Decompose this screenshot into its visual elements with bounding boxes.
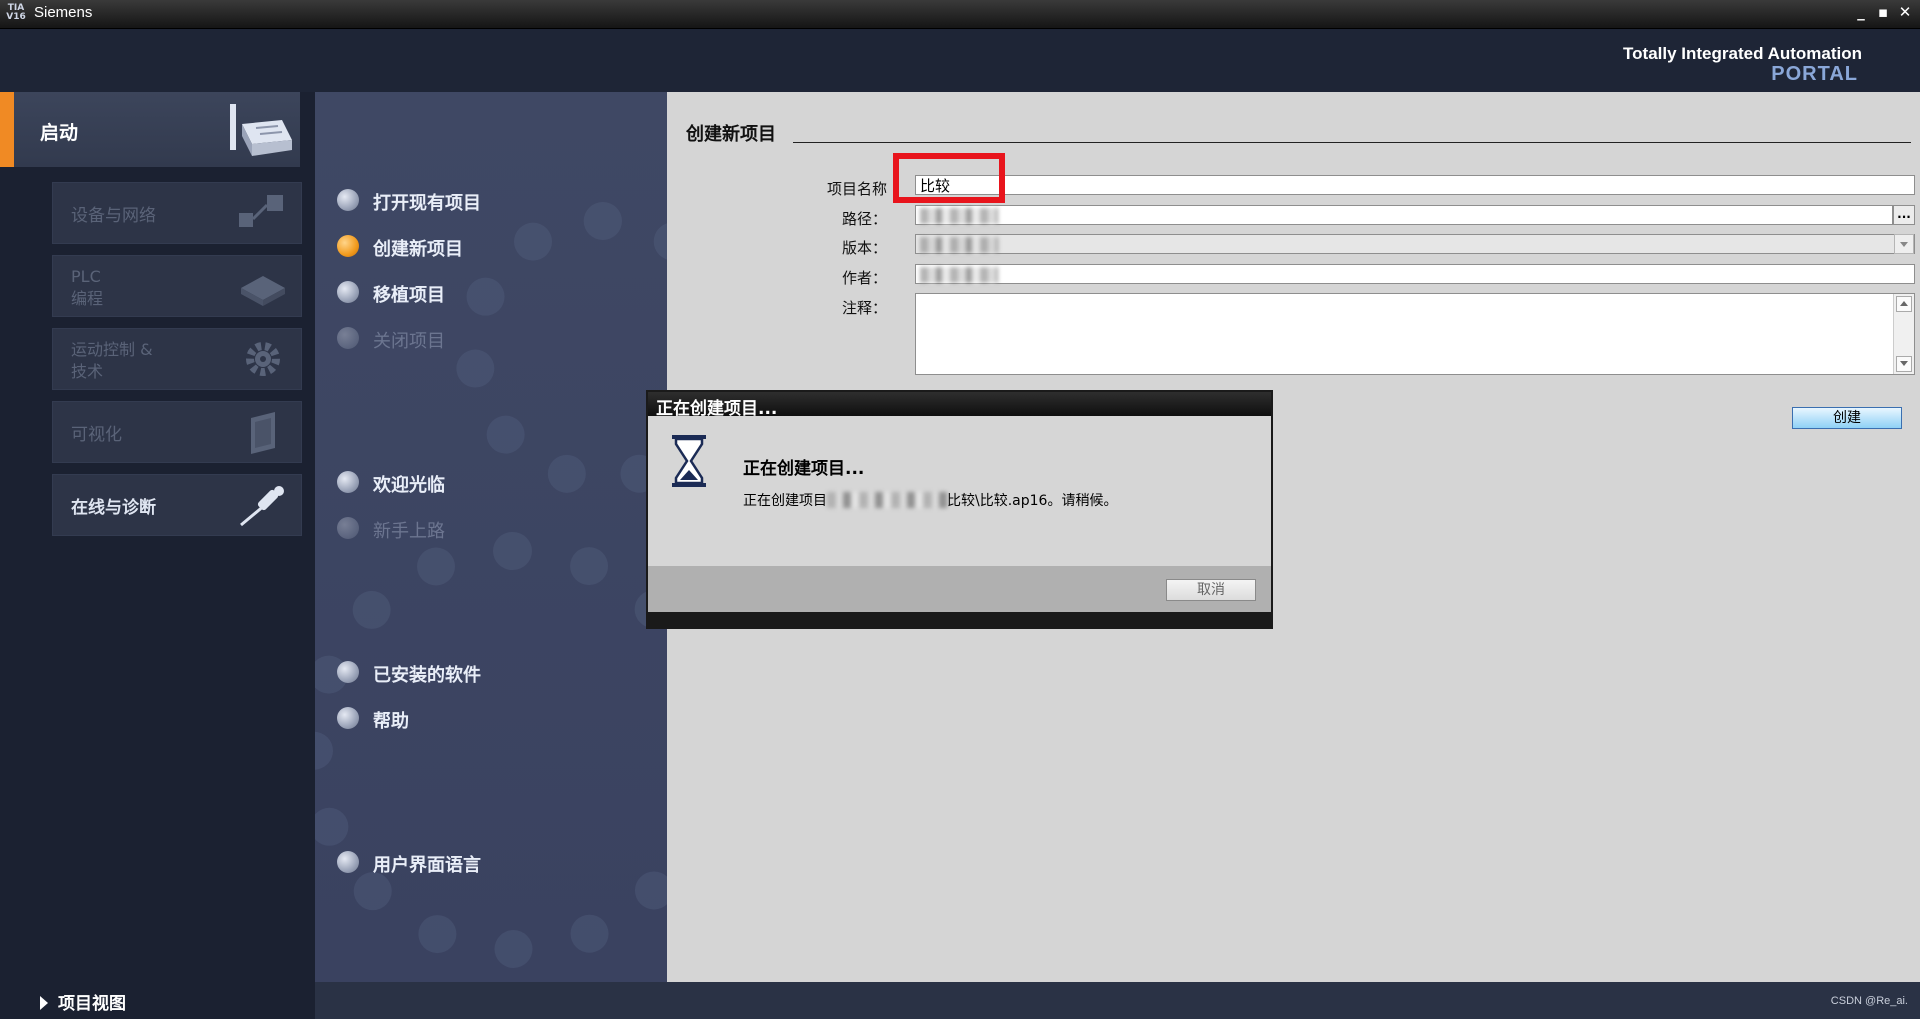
tile-label: 设备与网络 <box>71 206 156 226</box>
bullet-icon <box>337 281 359 303</box>
tile-label-line2: 技术 <box>71 362 104 381</box>
tia-logo-icon: TIA V16 <box>6 3 26 22</box>
action-panel: 打开现有项目 创建新项目 移植项目 关闭项目 欢迎光临 新手上路 已安装的软件 … <box>315 92 667 982</box>
version-dropdown[interactable] <box>915 234 1915 254</box>
author-label: 作者： <box>841 269 887 287</box>
scroll-down-icon[interactable] <box>1896 356 1912 372</box>
bullet-icon <box>337 189 359 211</box>
path-label: 路径： <box>841 210 887 228</box>
tile-label: 在线与诊断 <box>71 498 156 518</box>
watermark-text: CSDN @Re_ai. <box>1830 995 1908 1007</box>
action-label: 新手上路 <box>373 521 445 542</box>
section-divider <box>793 142 1911 143</box>
action-label: 移植项目 <box>373 285 445 306</box>
status-bar: CSDN @Re_ai. <box>315 982 1920 1019</box>
bullet-selected-icon <box>337 235 359 257</box>
gear-icon <box>246 342 280 376</box>
project-view-label: 项目视图 <box>58 994 126 1014</box>
screwdriver-icon <box>240 486 284 527</box>
action-label: 创建新项目 <box>373 239 463 260</box>
bullet-icon <box>337 517 359 539</box>
tile-label-line2: 编程 <box>71 289 104 308</box>
background-gear-icon <box>455 202 667 498</box>
red-highlight-box <box>893 153 1005 203</box>
cancel-button[interactable]: 取消 <box>1166 579 1256 601</box>
bullet-icon <box>337 327 359 349</box>
action-label: 欢迎光临 <box>373 475 445 496</box>
window-title: Siemens <box>34 4 93 21</box>
project-name-field[interactable]: 比较 <box>915 175 1915 195</box>
tile-label: 运动控制 & 技术 <box>71 339 153 383</box>
dialog-body: 正在创建项目... 正在创建项目 比较\比较.ap16。请稍候。 <box>648 416 1271 566</box>
bullet-icon <box>337 471 359 493</box>
action-label: 关闭项目 <box>373 331 445 352</box>
comment-label: 注释： <box>841 299 887 317</box>
dialog-title-bar: 正在创建项目... <box>648 392 1271 419</box>
tile-label-line1: 运动控制 & <box>71 340 153 359</box>
message-suffix: 比较\比较.ap16。请稍候。 <box>947 493 1118 509</box>
author-field[interactable] <box>915 264 1915 284</box>
devices-network-icon <box>239 195 283 227</box>
dialog-heading: 正在创建项目... <box>743 459 865 479</box>
path-field[interactable] <box>915 205 1893 225</box>
create-button[interactable]: 创建 <box>1792 407 1902 429</box>
browse-button[interactable]: ... <box>1893 205 1915 225</box>
comment-scrollbar[interactable] <box>1893 294 1914 374</box>
brand-subtitle: PORTAL <box>1771 63 1858 85</box>
message-prefix: 正在创建项目 <box>743 493 827 509</box>
triangle-right-icon <box>40 996 48 1010</box>
portal-header: Totally Integrated Automation PORTAL <box>0 29 1920 92</box>
tile-label-line1: PLC <box>71 267 101 286</box>
title-bar: TIA V16 Siemens _ ▪ ✕ <box>0 0 1920 29</box>
redacted-path <box>827 492 947 508</box>
bullet-icon <box>337 707 359 729</box>
chevron-down-icon[interactable] <box>1894 234 1914 254</box>
portal-navigation: 启动 设备与网络 PLC 编程 运动控制 & 技术 可视化 在线与诊断 项目视图 <box>0 92 315 1014</box>
start-label: 启动 <box>40 122 79 144</box>
dialog-footer: 取消 <box>648 566 1271 612</box>
tile-online-diagnostics[interactable]: 在线与诊断 <box>52 474 302 536</box>
project-name-label: 项目名称 <box>826 180 887 198</box>
section-title: 创建新项目 <box>686 120 786 146</box>
background-gear-icon <box>315 532 667 968</box>
tile-motion-control[interactable]: 运动控制 & 技术 <box>52 328 302 390</box>
dialog-message: 正在创建项目 比较\比较.ap16。请稍候。 <box>743 490 1117 510</box>
tile-label: PLC 编程 <box>71 266 103 310</box>
action-label: 打开现有项目 <box>373 193 481 214</box>
tile-plc-programming[interactable]: PLC 编程 <box>52 255 302 317</box>
tile-devices-networks[interactable]: 设备与网络 <box>52 182 302 244</box>
action-label: 已安装的软件 <box>373 665 481 686</box>
scroll-up-icon[interactable] <box>1896 296 1912 312</box>
redacted-value <box>920 267 998 283</box>
creating-project-dialog: 正在创建项目... 正在创建项目... 正在创建项目 比较\比较.ap16。请稍候… <box>646 390 1273 629</box>
dialog-bottom-bar <box>648 612 1271 627</box>
globe-icon <box>337 851 359 873</box>
project-view-link[interactable]: 项目视图 <box>40 989 126 1014</box>
minimize-button[interactable]: _ <box>1852 3 1870 21</box>
visualization-icon <box>251 412 275 454</box>
tile-visualization[interactable]: 可视化 <box>52 401 302 463</box>
tile-label: 可视化 <box>71 425 122 445</box>
bullet-icon <box>337 661 359 683</box>
action-label: 用户界面语言 <box>373 855 481 876</box>
hourglass-icon <box>672 435 706 487</box>
redacted-value <box>920 237 998 253</box>
active-accent-bar <box>0 92 14 167</box>
version-label: 版本： <box>841 239 887 257</box>
comment-textarea[interactable] <box>915 293 1915 375</box>
start-icon <box>230 104 292 156</box>
redacted-value <box>920 208 998 224</box>
plc-programming-icon <box>241 276 285 306</box>
start-portal-tile[interactable]: 启动 <box>0 92 300 167</box>
action-label: 帮助 <box>373 711 409 732</box>
close-button[interactable]: ✕ <box>1896 3 1914 21</box>
restore-button[interactable]: ▪ <box>1874 3 1892 21</box>
brand-title: Totally Integrated Automation <box>1623 44 1862 63</box>
